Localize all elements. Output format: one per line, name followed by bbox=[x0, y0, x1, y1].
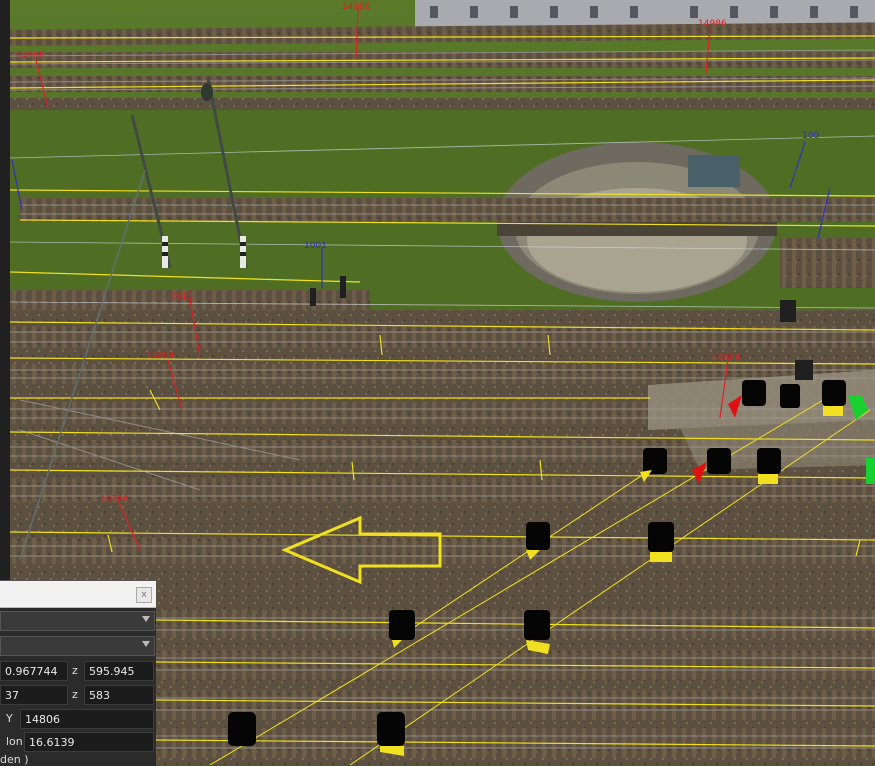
properties-panel: x 0.967744 z 595.945 37 z 583 Y 14806 lo… bbox=[0, 580, 156, 766]
object-subtype-dropdown[interactable] bbox=[0, 636, 155, 656]
distance-label: 14804 bbox=[146, 351, 175, 361]
lon-field[interactable]: 16.6139 bbox=[24, 732, 154, 752]
distance-label: 7013 bbox=[170, 292, 193, 302]
signal-head[interactable] bbox=[648, 522, 674, 562]
object-type-dropdown[interactable] bbox=[0, 611, 155, 631]
x-field-2[interactable]: 37 bbox=[0, 685, 68, 705]
x-field-1[interactable]: 0.967744 bbox=[0, 661, 68, 681]
z-field-1[interactable]: 595.945 bbox=[84, 661, 154, 681]
distance-label: 1001 bbox=[304, 241, 327, 251]
y-field[interactable]: 14806 bbox=[20, 709, 154, 729]
distance-label: 14986 bbox=[698, 19, 727, 29]
z-label: z bbox=[72, 688, 78, 701]
lon-label: lon bbox=[6, 735, 23, 748]
signal-head[interactable] bbox=[377, 712, 405, 756]
y-label: Y bbox=[6, 712, 13, 725]
distance-label: 14986 bbox=[16, 51, 45, 61]
signal-head[interactable] bbox=[866, 458, 875, 484]
chevron-down-icon bbox=[142, 616, 150, 622]
signal-head[interactable] bbox=[757, 448, 781, 484]
panel-titlebar: x bbox=[0, 581, 156, 608]
signal-head[interactable] bbox=[780, 384, 800, 408]
distance-label: 100 bbox=[802, 131, 819, 141]
turntable-hut bbox=[688, 155, 740, 187]
z-field-2[interactable]: 583 bbox=[84, 685, 154, 705]
chevron-down-icon bbox=[142, 641, 150, 647]
lamp-post-head bbox=[201, 83, 213, 101]
signal-head[interactable] bbox=[228, 712, 256, 746]
distance-label: 10788 bbox=[100, 495, 129, 505]
viewport-left-edge bbox=[0, 0, 10, 580]
signal-head[interactable] bbox=[524, 610, 550, 654]
z-label: z bbox=[72, 664, 78, 677]
distance-label: 14986 bbox=[342, 2, 371, 12]
status-text: den ) bbox=[0, 753, 29, 766]
distance-label: 14804 bbox=[712, 353, 741, 363]
close-icon[interactable]: x bbox=[136, 587, 152, 603]
